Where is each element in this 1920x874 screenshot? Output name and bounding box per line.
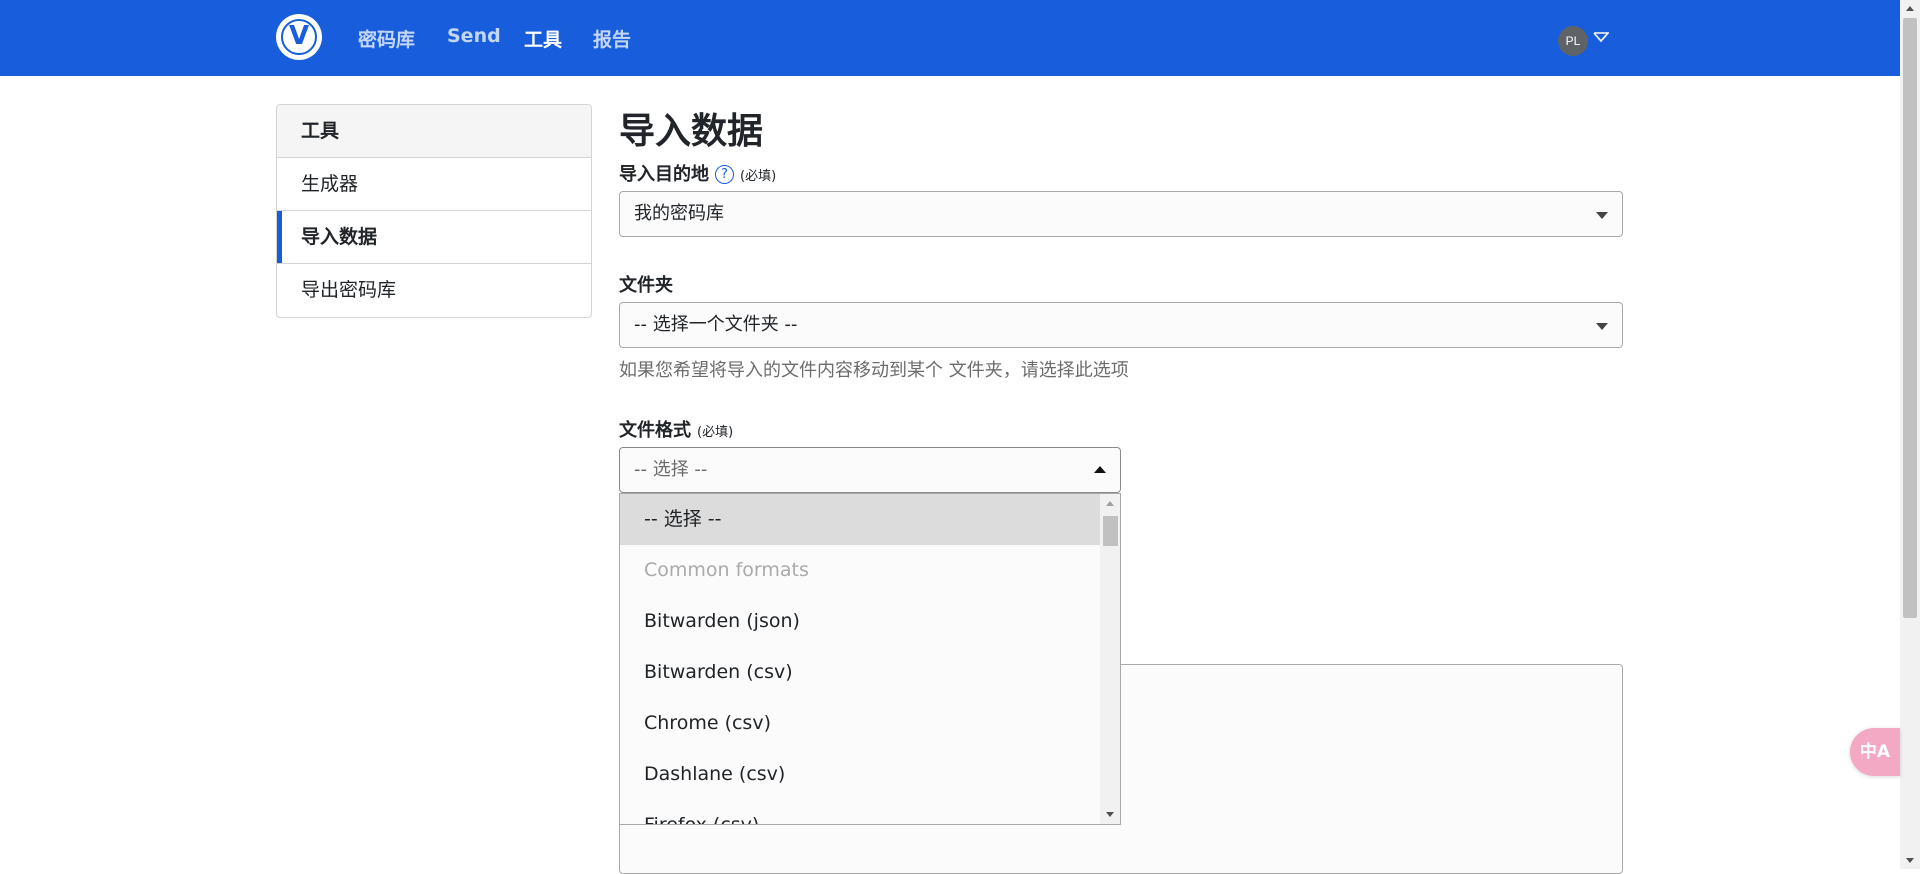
top-navbar: V 密码库 Send 工具 报告 PL bbox=[0, 0, 1900, 76]
file-format-dropdown-list: -- 选择 -- Common formats Bitwarden (json)… bbox=[619, 493, 1121, 825]
file-format-select[interactable]: -- 选择 -- bbox=[619, 447, 1121, 493]
nav-item-send[interactable]: Send bbox=[447, 25, 501, 47]
folder-select-value: -- 选择一个文件夹 -- bbox=[634, 314, 798, 335]
nav-item-tools[interactable]: 工具 bbox=[524, 25, 562, 52]
import-destination-label-text: 导入目的地 bbox=[619, 164, 709, 185]
format-option-select[interactable]: -- 选择 -- bbox=[620, 494, 1120, 545]
nav-item-reports[interactable]: 报告 bbox=[593, 25, 631, 52]
required-marker: (必填) bbox=[740, 169, 777, 184]
import-destination-label: 导入目的地? (必填) bbox=[619, 160, 776, 186]
page-scrollbar[interactable] bbox=[1900, 0, 1920, 869]
import-destination-value: 我的密码库 bbox=[634, 203, 724, 224]
scroll-up-arrow-icon[interactable] bbox=[1106, 501, 1114, 506]
nav-item-vault[interactable]: 密码库 bbox=[358, 25, 415, 52]
scroll-down-arrow-icon[interactable] bbox=[1106, 812, 1114, 817]
chevron-down-icon bbox=[1596, 323, 1608, 330]
format-option-dashlane-csv[interactable]: Dashlane (csv) bbox=[620, 749, 1120, 800]
file-format-label-text: 文件格式 bbox=[619, 420, 691, 441]
sidebar-item-export-vault[interactable]: 导出密码库 bbox=[277, 264, 591, 316]
chevron-up-icon bbox=[1094, 466, 1106, 473]
chevron-down-icon bbox=[1596, 212, 1608, 219]
dropdown-scrollbar-thumb[interactable] bbox=[1103, 516, 1118, 546]
page-scrollbar-thumb[interactable] bbox=[1903, 18, 1917, 618]
account-menu-chevron-icon[interactable] bbox=[1593, 30, 1609, 44]
scroll-down-arrow-icon[interactable] bbox=[1906, 858, 1914, 863]
sidebar-item-generator[interactable]: 生成器 bbox=[277, 158, 591, 211]
import-destination-select[interactable]: 我的密码库 bbox=[619, 191, 1623, 237]
dropdown-scrollbar[interactable] bbox=[1100, 494, 1120, 824]
help-icon[interactable]: ? bbox=[715, 165, 734, 184]
file-format-select-value: -- 选择 -- bbox=[634, 459, 708, 480]
folder-hint-text: 如果您希望将导入的文件内容移动到某个 文件夹，请选择此选项 bbox=[619, 360, 1129, 381]
scroll-up-arrow-icon[interactable] bbox=[1906, 6, 1914, 11]
format-option-chrome-csv[interactable]: Chrome (csv) bbox=[620, 698, 1120, 749]
file-format-label: 文件格式 (必填) bbox=[619, 416, 733, 442]
bitwarden-logo-icon[interactable]: V bbox=[276, 14, 322, 60]
format-option-firefox-csv[interactable]: Firefox (csv) bbox=[620, 800, 1120, 824]
translate-icon[interactable]: 中A bbox=[1850, 728, 1900, 776]
format-option-bitwarden-json[interactable]: Bitwarden (json) bbox=[620, 596, 1120, 647]
tools-sidebar: 工具 生成器 导入数据 导出密码库 bbox=[276, 104, 592, 318]
sidebar-header: 工具 bbox=[277, 105, 591, 158]
folder-label: 文件夹 bbox=[619, 275, 673, 296]
user-avatar[interactable]: PL bbox=[1558, 26, 1588, 56]
required-marker: (必填) bbox=[697, 425, 734, 440]
format-option-bitwarden-csv[interactable]: Bitwarden (csv) bbox=[620, 647, 1120, 698]
page-title: 导入数据 bbox=[619, 111, 764, 152]
format-group-common: Common formats bbox=[644, 559, 809, 581]
folder-select[interactable]: -- 选择一个文件夹 -- bbox=[619, 302, 1623, 348]
sidebar-item-import-data[interactable]: 导入数据 bbox=[277, 211, 591, 264]
